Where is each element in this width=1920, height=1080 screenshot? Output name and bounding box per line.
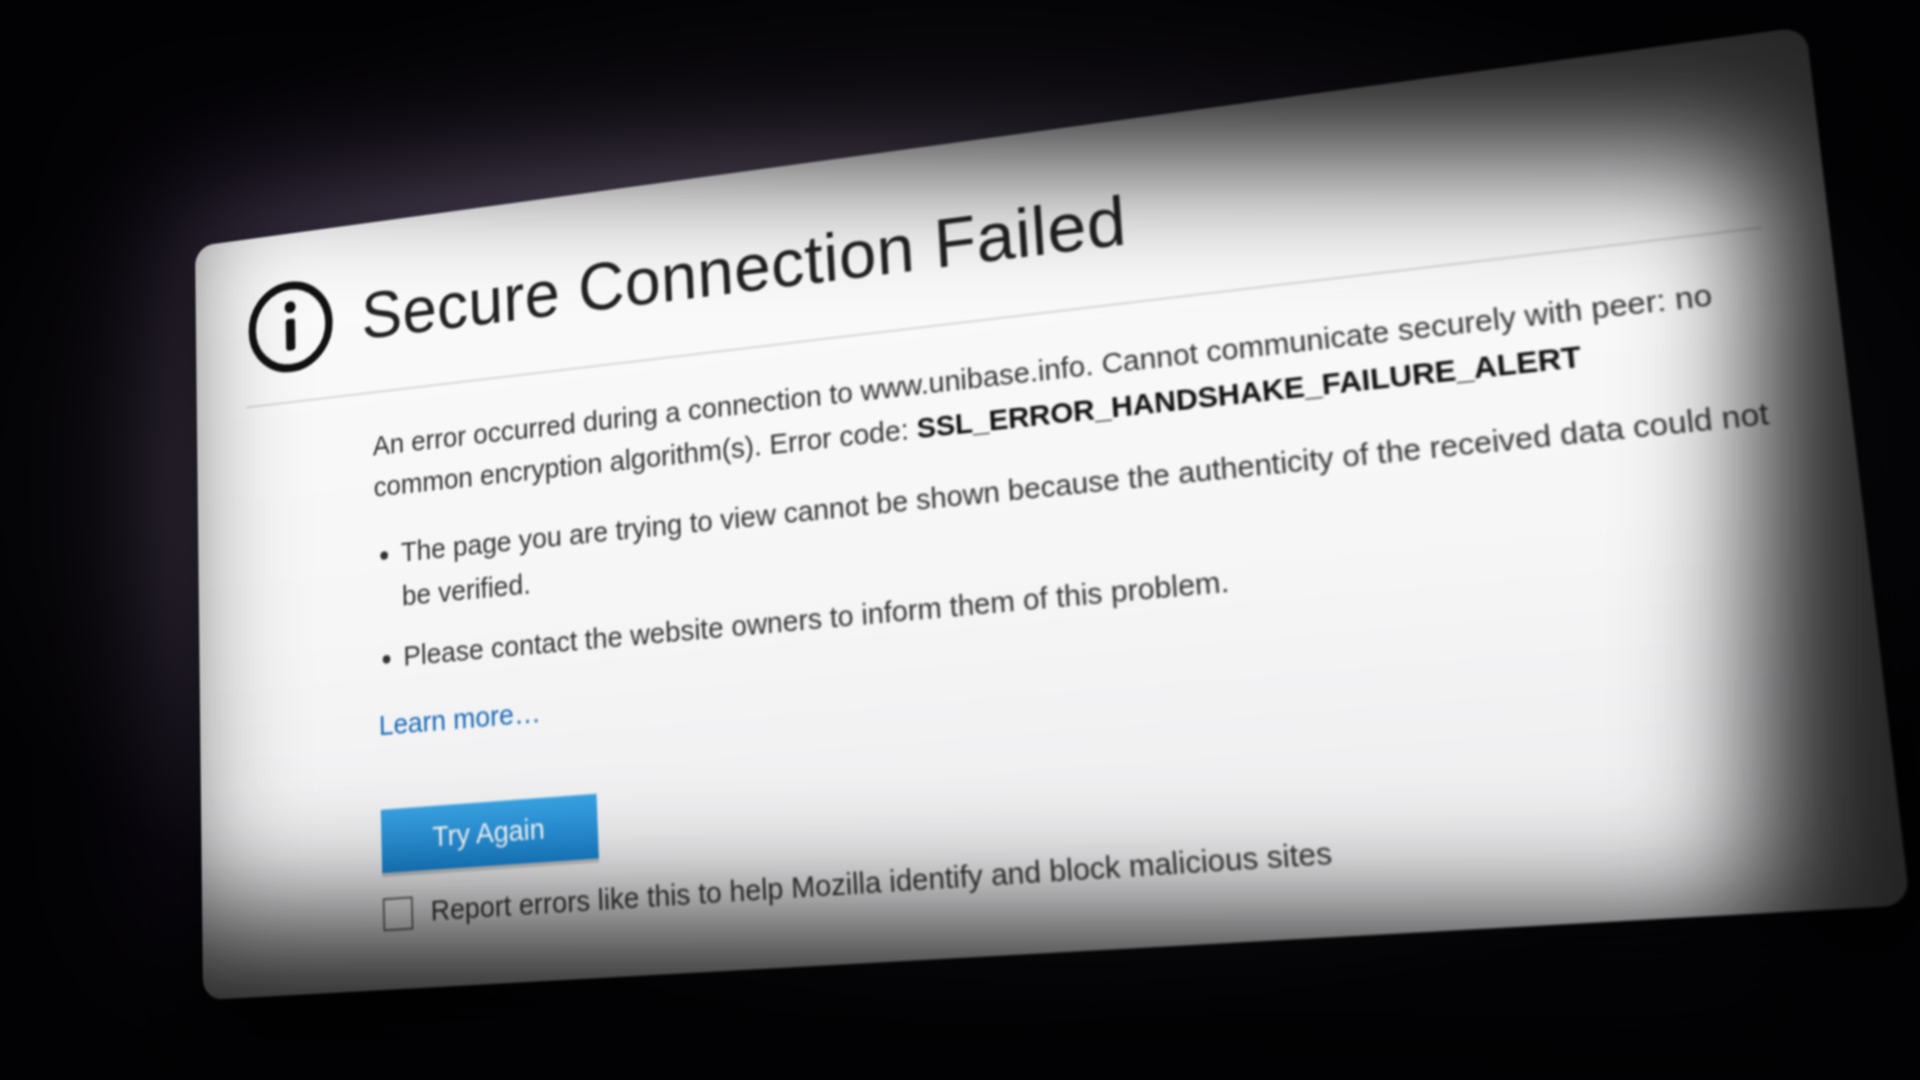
error-title: Secure Connection Failed <box>361 181 1129 354</box>
stage: Secure Connection Failed An error occurr… <box>0 0 1920 1080</box>
error-card: Secure Connection Failed An error occurr… <box>195 26 1910 999</box>
info-icon <box>244 272 337 382</box>
report-checkbox[interactable] <box>383 896 414 931</box>
learn-more-link[interactable]: Learn more… <box>379 696 542 742</box>
try-again-button[interactable]: Try Again <box>381 793 599 873</box>
